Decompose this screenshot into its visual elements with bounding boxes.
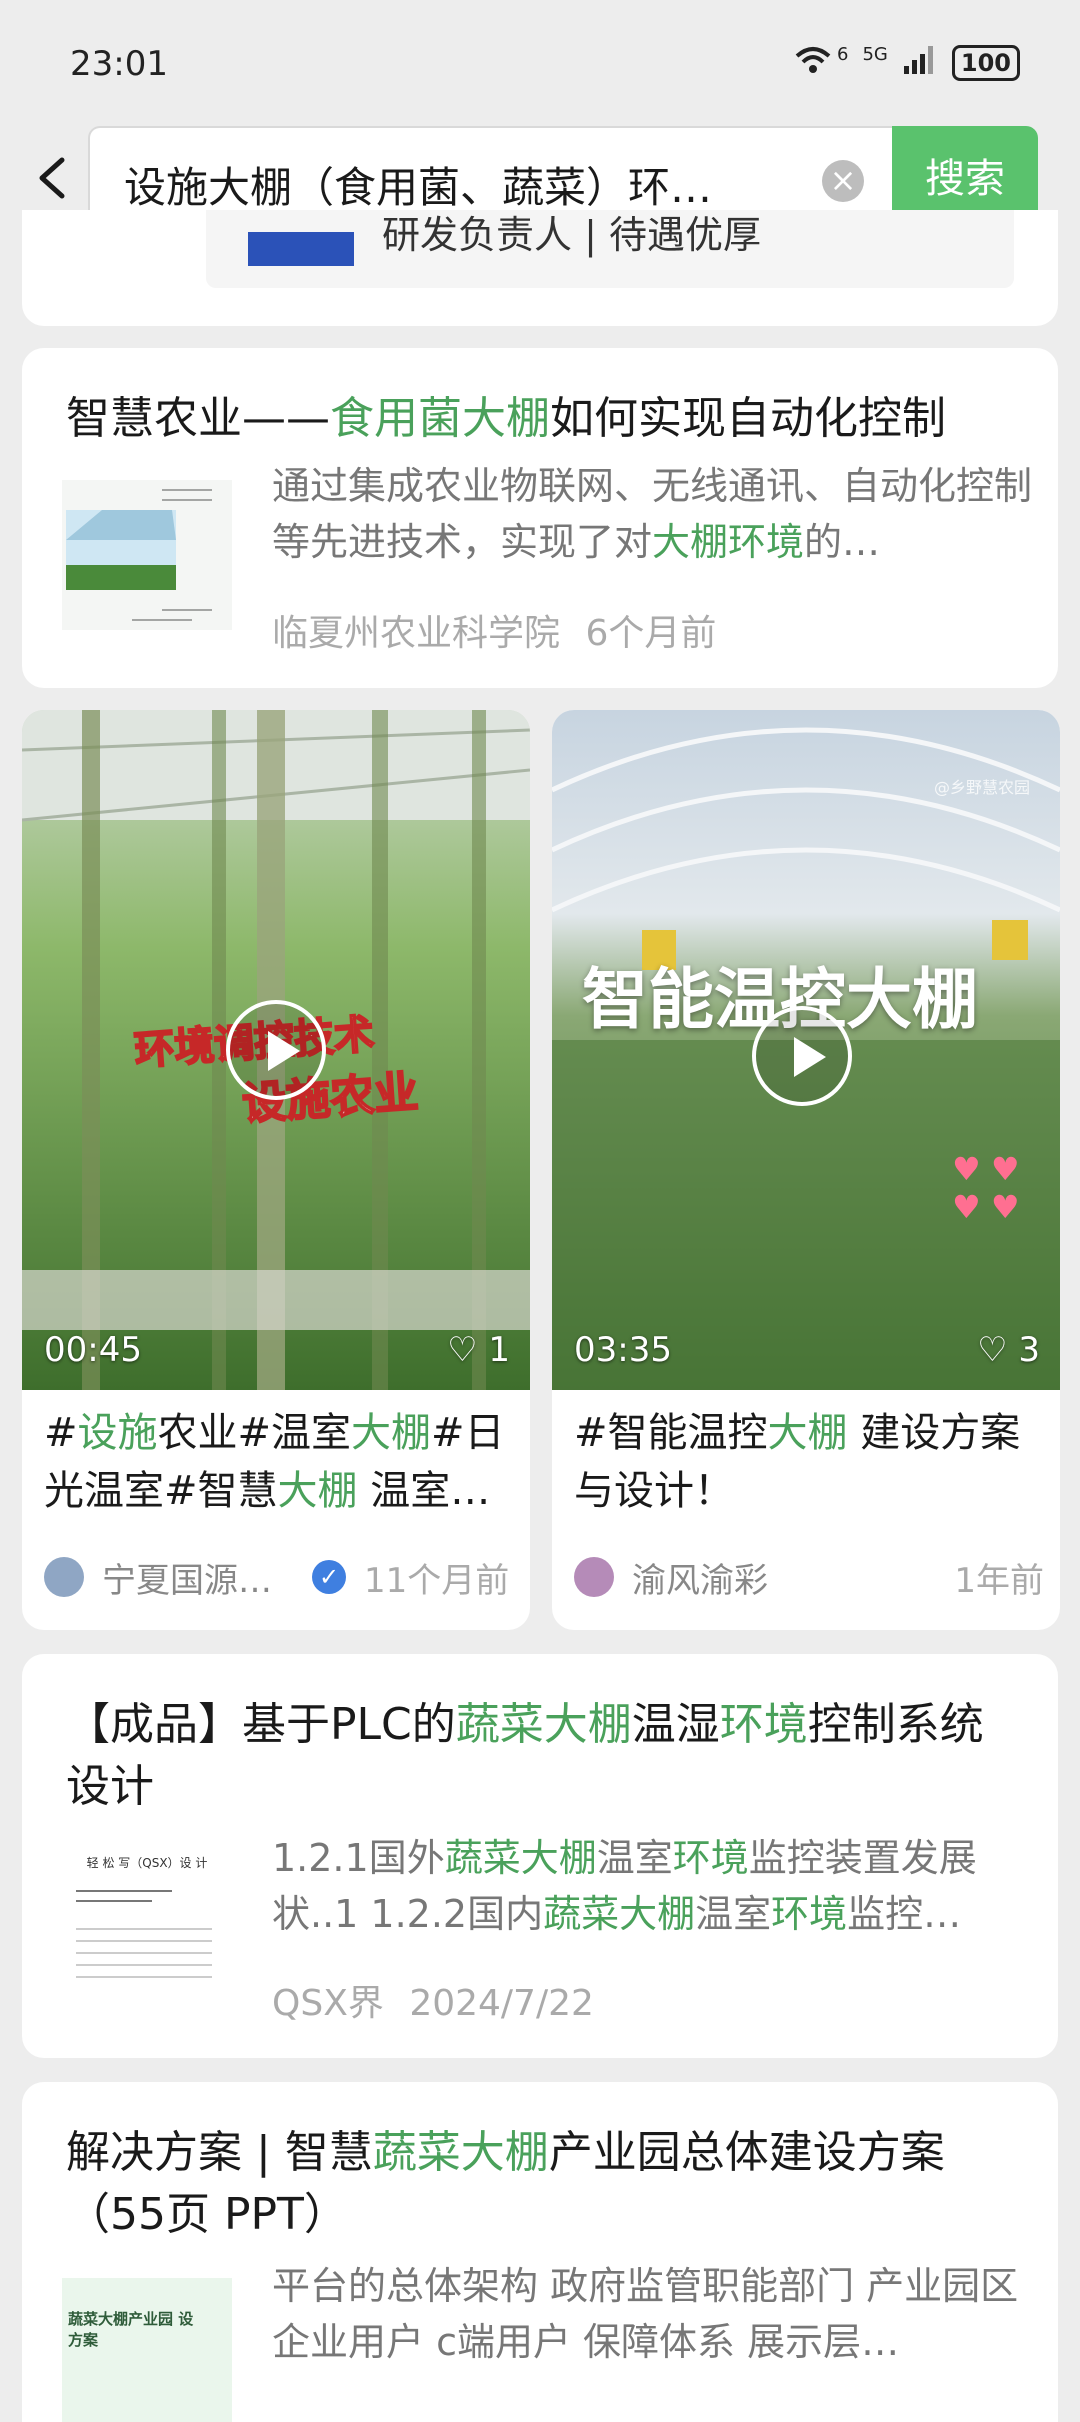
article-source: 临夏州农业科学院 xyxy=(272,613,561,654)
video-thumbnail[interactable]: @乡野慧农园 智能温控大棚 ♥ ♥ ♥ ♥ 03:35 ♡ 3 xyxy=(552,710,1060,1390)
article-description: 通过集成农业物联网、无线通讯、自动化控制等先进技术，实现了对大棚环境的… xyxy=(272,464,1032,564)
video-likes: ♡ 3 xyxy=(977,1330,1040,1370)
avatar xyxy=(44,1557,84,1597)
article-title[interactable]: 解决方案 | 智慧蔬菜大棚产业园总体建设方案（55页 PPT） xyxy=(66,2122,1026,2246)
article-thumbnail: 轻 松 写（QSX）设 计 xyxy=(62,1850,232,2000)
video-title[interactable]: #智能温控大棚 建设方案与设计！ xyxy=(574,1404,1044,1520)
banner-thumbnail xyxy=(248,232,354,266)
article-description: 1.2.1国外蔬菜大棚温室环境监控装置发展状..1 1.2.2国内蔬菜大棚温室环… xyxy=(272,1836,977,1936)
chevron-left-icon xyxy=(39,157,65,199)
video-author-row[interactable]: 渝风渝彩 1年前 xyxy=(574,1552,1044,1602)
video-author-row[interactable]: 宁夏国源… ✓ 11个月前 xyxy=(44,1552,514,1602)
previous-card-banner[interactable]: 研发负责人 | 待遇优厚 xyxy=(206,210,1014,288)
verified-icon: ✓ xyxy=(312,1560,346,1594)
article-card[interactable]: 智慧农业——食用菌大棚如何实现自动化控制 通过集成农业物联网、无线通讯、自动化控… xyxy=(22,348,1058,688)
previous-result-card[interactable]: 研发负责人 | 待遇优厚 xyxy=(22,210,1058,326)
video-thumbnail[interactable]: 环境调控技术 设施农业 00:45 ♡ 1 xyxy=(22,710,530,1390)
article-source: QSX界 xyxy=(272,1983,384,2024)
video-title[interactable]: #设施农业#温室大棚#日光温室#智慧大棚 温室… xyxy=(44,1404,514,1520)
search-query-text: 设施大棚（食用菌、蔬菜）环… xyxy=(124,163,713,212)
signal-icon xyxy=(902,44,938,82)
avatar xyxy=(574,1557,614,1597)
article-thumbnail xyxy=(62,480,232,630)
author-name: 宁夏国源… xyxy=(102,1560,272,1601)
battery-indicator: 100 xyxy=(951,45,1020,81)
article-meta: QSX界 2024/7/22 xyxy=(272,1974,594,2026)
video-card[interactable]: 环境调控技术 设施农业 00:45 ♡ 1 #设施农业#温室大棚#日光温室#智慧… xyxy=(22,710,530,1630)
video-watermark: @乡野慧农园 xyxy=(933,778,1030,797)
status-time: 23:01 xyxy=(70,44,168,84)
article-card[interactable]: 【成品】基于PLC的蔬菜大棚温湿环境控制系统设计 轻 松 写（QSX）设 计 1… xyxy=(22,1654,1058,2058)
article-time: 2024/7/22 xyxy=(409,1983,594,2024)
banner-text: 研发负责人 | 待遇优厚 xyxy=(382,213,761,257)
article-meta: 临夏州农业科学院 6个月前 xyxy=(272,604,716,656)
video-duration: 03:35 xyxy=(574,1330,672,1370)
status-bar: 23:01 6 5G 100 xyxy=(0,0,1080,120)
clear-icon[interactable]: × xyxy=(822,160,864,202)
article-thumbnail: 蔬菜大棚产业园 设方案 xyxy=(62,2278,232,2422)
video-time: 1年前 xyxy=(954,1560,1044,1601)
article-title[interactable]: 智慧农业——食用菌大棚如何实现自动化控制 xyxy=(66,388,1026,450)
network-6-label: 6 xyxy=(837,44,849,65)
article-description: 平台的总体架构 政府监管职能部门 产业园区企业用户 c端用户 保障体系 展示层… xyxy=(272,2264,1019,2364)
video-likes: ♡ 1 xyxy=(447,1330,510,1370)
article-card[interactable]: 解决方案 | 智慧蔬菜大棚产业园总体建设方案（55页 PPT） 蔬菜大棚产业园 … xyxy=(22,2082,1058,2422)
play-icon[interactable] xyxy=(752,1006,852,1106)
back-button[interactable] xyxy=(26,148,86,208)
network-5g-label: 5G xyxy=(862,44,888,65)
heart-icon: ♡ xyxy=(447,1330,478,1370)
video-time: 11个月前 xyxy=(364,1560,510,1601)
video-duration: 00:45 xyxy=(44,1330,142,1370)
article-time: 6个月前 xyxy=(585,613,717,654)
wifi-icon xyxy=(793,44,833,82)
video-card[interactable]: @乡野慧农园 智能温控大棚 ♥ ♥ ♥ ♥ 03:35 ♡ 3 #智能温控大棚 建… xyxy=(552,710,1060,1630)
author-name: 渝风渝彩 xyxy=(632,1560,768,1601)
play-icon[interactable] xyxy=(226,1000,326,1100)
article-title[interactable]: 【成品】基于PLC的蔬菜大棚温湿环境控制系统设计 xyxy=(66,1694,1026,1818)
status-icons: 6 5G 100 xyxy=(793,44,1020,82)
heart-decoration-icon: ♥ ♥ ♥ ♥ xyxy=(952,1150,1020,1226)
heart-icon: ♡ xyxy=(977,1330,1008,1370)
